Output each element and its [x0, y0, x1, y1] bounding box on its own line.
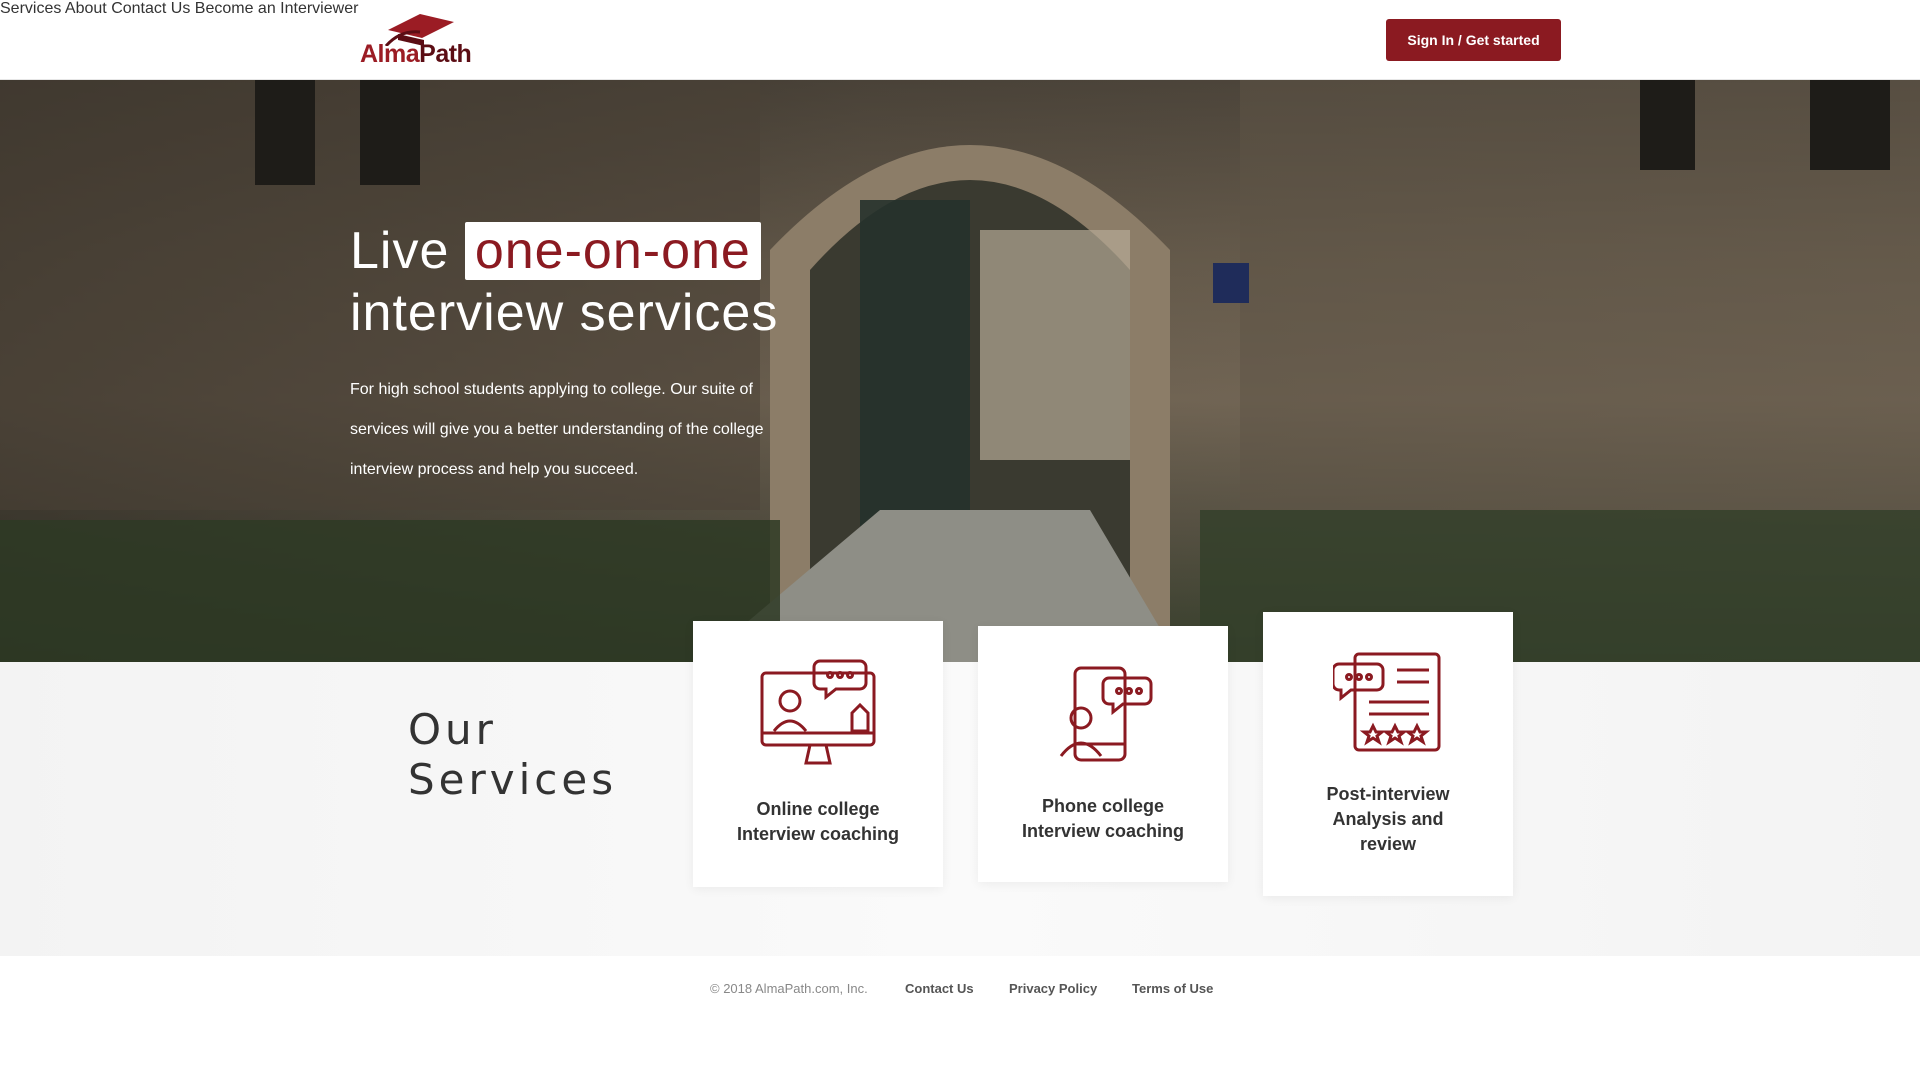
footer-contact-us[interactable]: Contact Us: [905, 981, 974, 996]
services-heading-line1: Our: [408, 705, 497, 754]
nav-services[interactable]: Services: [0, 0, 61, 17]
service-card-online-line2: Interview coaching: [736, 824, 900, 844]
hero-title-highlight: one-on-one: [464, 222, 761, 280]
online-coaching-icon: [760, 659, 876, 765]
service-card-review-line2: Analysis and: [1332, 809, 1444, 829]
nav-become-interviewer[interactable]: Become an Interviewer: [195, 0, 359, 17]
hero-section: Live one-on-one interview services For h…: [0, 80, 1920, 662]
service-card-phone-line2: Interview coaching: [1021, 821, 1185, 841]
footer-terms-of-use[interactable]: Terms of Use: [1132, 981, 1213, 996]
footer-privacy-policy[interactable]: Privacy Policy: [1009, 981, 1097, 996]
hero-headline: Live one-on-one interview services: [350, 220, 778, 344]
phone-coaching-icon: [1059, 666, 1153, 762]
hero-title-line2: interview services: [350, 284, 779, 342]
service-card-phone-label: Phone college Interview coaching: [1013, 794, 1193, 844]
service-card-review-label: Post-interview Analysis and review: [1298, 782, 1478, 857]
nav-contact-us[interactable]: Contact Us: [111, 0, 190, 17]
footer-copyright: © 2018 AlmaPath.com, Inc.: [710, 981, 868, 996]
service-card-phone-line1: Phone college: [1041, 796, 1165, 816]
site-header: AlmaPath Services About Contact Us Becom…: [0, 0, 1920, 80]
logo-text-alma: Alma: [360, 40, 420, 68]
service-card-online[interactable]: Online college Interview coaching: [693, 621, 943, 887]
service-card-review-line1: Post-interview: [1326, 784, 1450, 804]
service-card-review-line3: review: [1359, 834, 1417, 854]
hero-subtitle: For high school students applying to col…: [350, 381, 764, 478]
service-card-online-label: Online college Interview coaching: [728, 797, 908, 847]
services-section: [0, 662, 1920, 956]
services-heading: Our Services: [408, 705, 617, 805]
sign-in-button[interactable]: Sign In / Get started: [1386, 19, 1561, 61]
services-heading-line2: Services: [408, 755, 618, 804]
hero-title-prefix: Live: [350, 222, 465, 280]
service-card-phone[interactable]: Phone college Interview coaching: [978, 626, 1228, 882]
site-footer: © 2018 AlmaPath.com, Inc. Contact Us Pri…: [0, 956, 1920, 1080]
logo-text-path: Path: [419, 40, 472, 68]
almapath-logo[interactable]: AlmaPath: [360, 10, 472, 69]
service-card-review[interactable]: Post-interview Analysis and review: [1263, 612, 1513, 896]
logo-wordmark: AlmaPath: [360, 40, 472, 69]
post-interview-review-icon: [1333, 652, 1441, 752]
service-card-online-line1: Online college: [756, 799, 880, 819]
campus-archway-image: [0, 80, 1920, 662]
nav-about[interactable]: About: [65, 0, 107, 17]
